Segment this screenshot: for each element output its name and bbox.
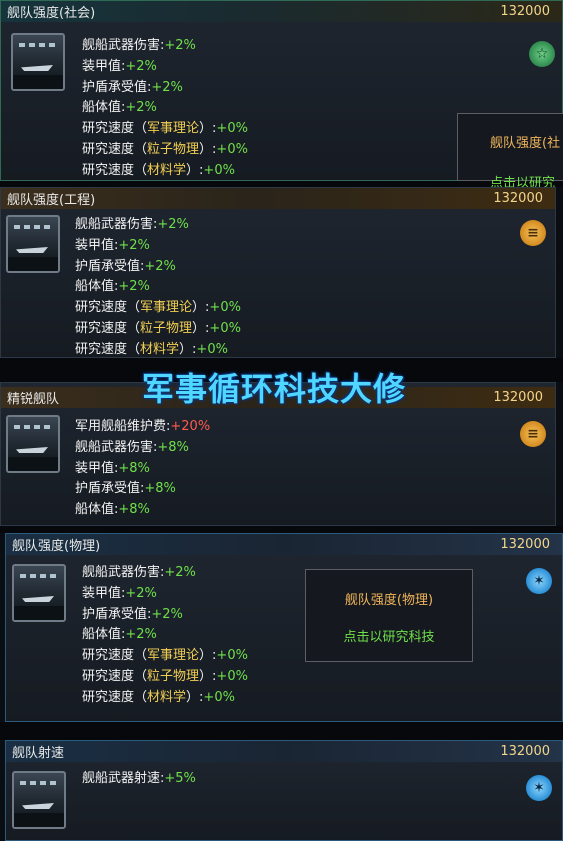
stat-row: 船体值:+2% bbox=[82, 100, 157, 116]
stat-list: 舰船武器射速:+5% bbox=[82, 769, 196, 790]
ship-thumbnail bbox=[12, 564, 66, 622]
social-research-icon[interactable]: ☆ bbox=[529, 41, 555, 67]
stat-list: 舰船武器伤害:+2% 装甲值:+2% 护盾承受值:+2% 船体值:+2% 研究速… bbox=[75, 215, 241, 361]
stat-row: 研究速度（军事理论）:+0% bbox=[75, 300, 241, 316]
stat-row: 研究速度（军事理论）:+0% bbox=[82, 121, 248, 137]
stat-row: 护盾承受值:+2% bbox=[82, 79, 183, 95]
tech-card-physics[interactable]: 舰队强度(物理) 132000 舰船武器伤害:+2% 装甲值:+2% 护盾承受值… bbox=[5, 533, 563, 722]
research-cost: 132000 bbox=[500, 537, 550, 552]
research-cost: 132000 bbox=[500, 744, 550, 759]
tooltip-partial: 舰队强度(社 点击以研究 bbox=[457, 113, 563, 191]
stat-row: 舰船武器伤害:+8% bbox=[75, 439, 189, 455]
stat-row: 装甲值:+2% bbox=[82, 58, 157, 74]
stat-list: 舰船武器伤害:+2% 装甲值:+2% 护盾承受值:+2% 船体值:+2% 研究速… bbox=[82, 36, 248, 182]
stat-row: 舰船武器伤害:+2% bbox=[82, 565, 196, 580]
stat-row: 舰船武器射速:+5% bbox=[82, 771, 196, 786]
research-cost: 132000 bbox=[493, 390, 543, 405]
stat-row: 研究速度（材料学）:+0% bbox=[82, 162, 235, 178]
card-title: 精锐舰队 bbox=[7, 392, 60, 407]
tooltip-research: 舰队强度(物理) 点击以研究科技 bbox=[305, 569, 473, 662]
stat-row: 研究速度（材料学）:+0% bbox=[75, 341, 228, 357]
stat-row: 研究速度（粒子物理）:+0% bbox=[82, 141, 248, 157]
stat-list: 舰船武器伤害:+2% 装甲值:+2% 护盾承受值:+2% 船体值:+2% 研究速… bbox=[82, 563, 248, 709]
stat-row: 装甲值:+8% bbox=[75, 460, 150, 476]
card-header: 舰队强度(社会) 132000 bbox=[1, 1, 562, 22]
separator bbox=[0, 722, 563, 740]
overlay-banner: 军事循环科技大修 bbox=[142, 370, 407, 408]
card-title: 舰队射速 bbox=[12, 746, 65, 761]
research-cost: 132000 bbox=[500, 4, 550, 19]
stat-row: 研究速度（军事理论）:+0% bbox=[82, 648, 248, 664]
card-header: 舰队强度(工程) 132000 bbox=[1, 188, 555, 209]
physics-research-icon[interactable]: ✶ bbox=[526, 568, 552, 594]
engineering-research-icon[interactable]: ≡ bbox=[520, 421, 546, 447]
stat-row: 舰船武器伤害:+2% bbox=[75, 217, 189, 232]
ship-thumbnail bbox=[11, 33, 65, 91]
card-title: 舰队强度(工程) bbox=[7, 193, 96, 208]
card-header: 舰队射速 132000 bbox=[6, 741, 562, 762]
ship-thumbnail bbox=[12, 771, 66, 829]
stat-row: 护盾承受值:+2% bbox=[82, 606, 183, 622]
card-title: 舰队强度(物理) bbox=[12, 539, 101, 554]
card-header: 舰队强度(物理) 132000 bbox=[6, 534, 562, 555]
stat-row: 船体值:+2% bbox=[75, 279, 150, 295]
physics-research-icon[interactable]: ✶ bbox=[526, 775, 552, 801]
stat-row: 军用舰船维护费:+20% bbox=[75, 419, 211, 434]
stat-row: 研究速度（材料学）:+0% bbox=[82, 689, 235, 705]
separator bbox=[0, 526, 563, 533]
stat-row: 装甲值:+2% bbox=[82, 585, 157, 601]
tech-card-engineering[interactable]: 舰队强度(工程) 132000 舰船武器伤害:+2% 装甲值:+2% 护盾承受值… bbox=[0, 187, 556, 358]
ship-thumbnail bbox=[6, 215, 60, 273]
stat-row: 研究速度（粒子物理）:+0% bbox=[82, 668, 248, 684]
engineering-research-icon[interactable]: ≡ bbox=[520, 220, 546, 246]
stat-row: 护盾承受值:+8% bbox=[75, 481, 176, 497]
stat-row: 护盾承受值:+2% bbox=[75, 258, 176, 274]
stat-row: 装甲值:+2% bbox=[75, 237, 150, 253]
stat-row: 研究速度（粒子物理）:+0% bbox=[75, 320, 241, 336]
card-title: 舰队强度(社会) bbox=[7, 6, 96, 21]
ship-thumbnail bbox=[6, 415, 60, 473]
tech-card-fire-rate[interactable]: 舰队射速 132000 舰船武器射速:+5% ✶ bbox=[5, 740, 563, 841]
research-cost: 132000 bbox=[493, 191, 543, 206]
stat-list: 军用舰船维护费:+20% 舰船武器伤害:+8% 装甲值:+8% 护盾承受值:+8… bbox=[75, 417, 210, 521]
stat-row: 船体值:+2% bbox=[82, 627, 157, 643]
stat-row: 船体值:+8% bbox=[75, 502, 150, 518]
tech-card-social[interactable]: 舰队强度(社会) 132000 舰船武器伤害:+2% 装甲值:+2% 护盾承受值… bbox=[0, 0, 563, 191]
stat-row: 舰船武器伤害:+2% bbox=[82, 38, 196, 53]
